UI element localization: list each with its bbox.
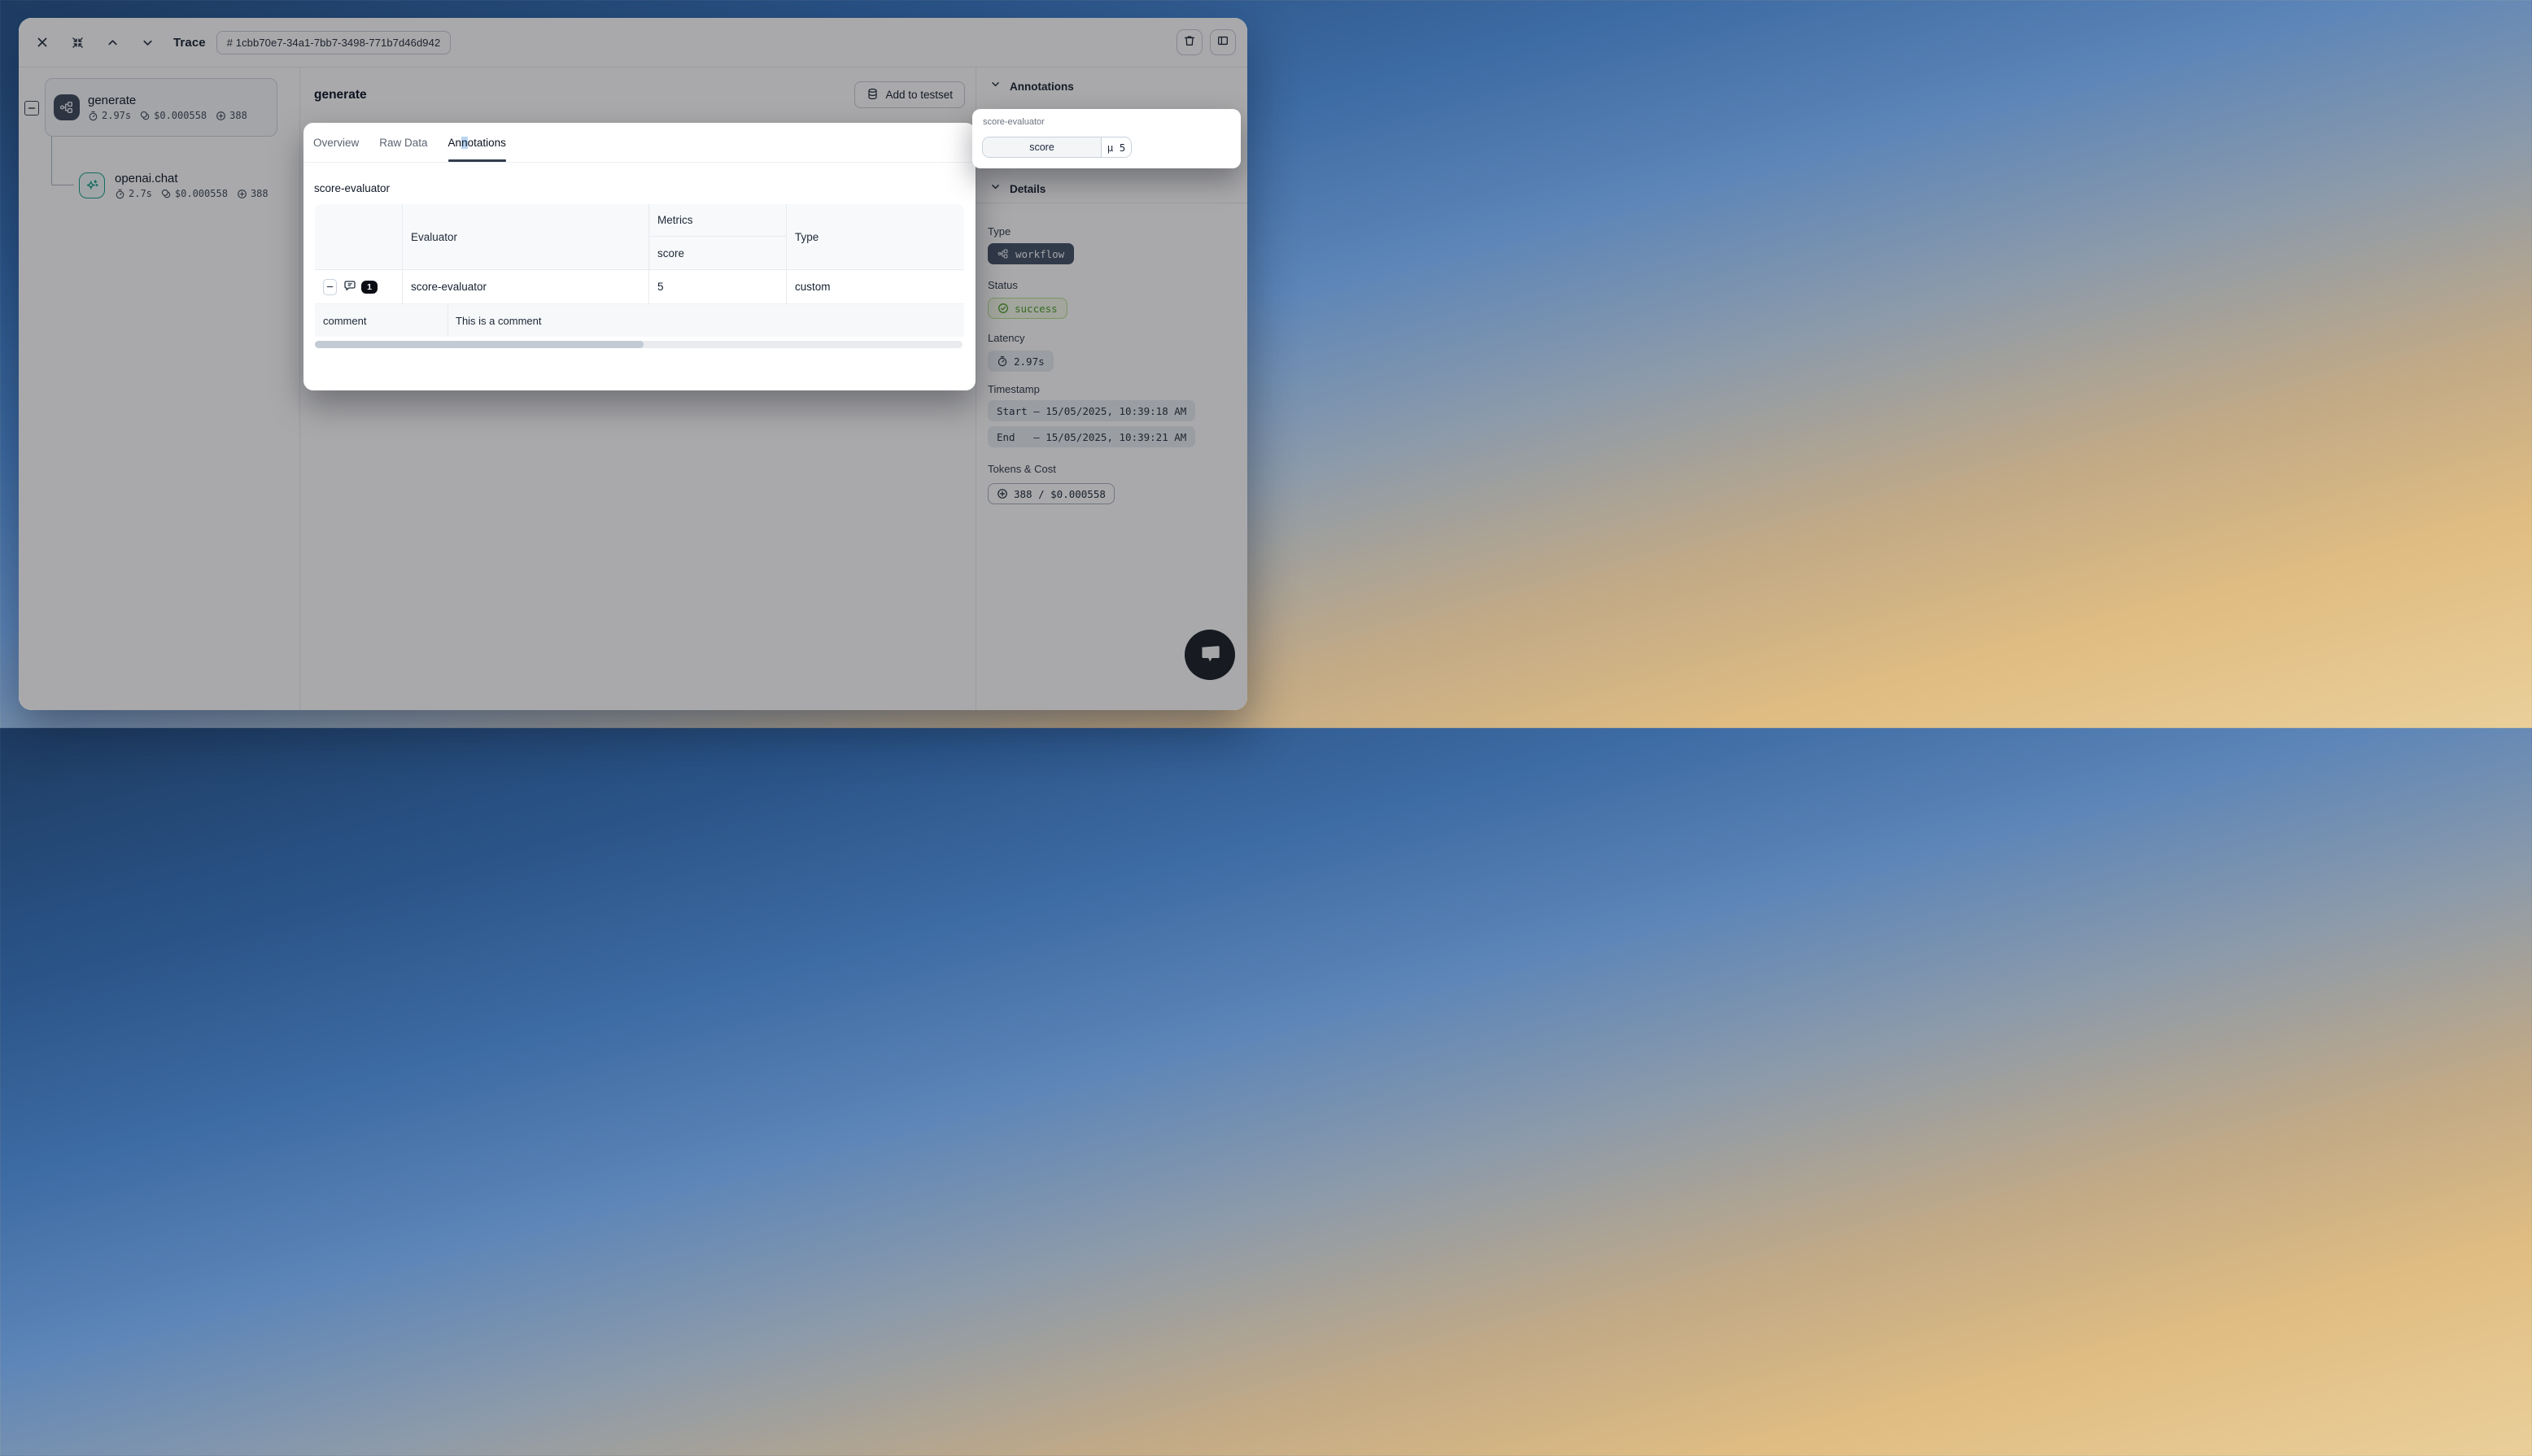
tab-raw-data[interactable]: Raw Data	[379, 123, 427, 162]
collapse-row-button[interactable]	[323, 279, 337, 295]
evaluator-heading: score-evaluator	[314, 182, 390, 194]
popover-evaluator-label: score-evaluator	[983, 117, 1045, 127]
header-cell-metrics: Metrics	[648, 204, 786, 237]
row-cell-type: custom	[786, 269, 964, 304]
comment-count-badge: 1	[361, 281, 378, 294]
scrollbar-thumb[interactable]	[315, 341, 644, 348]
row-cell-actions: 1	[315, 269, 402, 304]
annotations-tab-card: Overview Raw Data Annotations score-eval…	[303, 123, 976, 390]
comment-row: comment This is a comment	[315, 304, 964, 337]
horizontal-scrollbar[interactable]	[315, 341, 963, 348]
comment-row-label: comment	[315, 304, 448, 337]
comment-row-value: This is a comment	[448, 304, 964, 337]
metric-name: score	[983, 137, 1102, 157]
minus-icon	[326, 281, 334, 293]
comment-toggle-button[interactable]: 1	[343, 279, 378, 294]
tab-overview[interactable]: Overview	[313, 123, 359, 162]
header-cell-metric-score: score	[648, 237, 786, 269]
text-selection: n	[461, 137, 468, 149]
annotations-popover: score-evaluator score μ 5	[972, 109, 1241, 168]
metric-value: μ 5	[1102, 137, 1131, 157]
annotations-table: Evaluator Metrics Type score 1	[315, 204, 964, 337]
tab-bar: Overview Raw Data Annotations	[303, 123, 976, 163]
header-cell-empty	[315, 204, 402, 269]
trace-detail-window: Trace # 1cbb70e7-34a1-7bb7-3498-771b7d46…	[19, 18, 1247, 710]
metric-chip[interactable]: score μ 5	[982, 137, 1132, 158]
header-cell-evaluator: Evaluator	[402, 204, 648, 269]
header-cell-type: Type	[786, 204, 964, 269]
comment-icon	[343, 279, 356, 294]
tab-annotations[interactable]: Annotations	[448, 123, 506, 162]
row-cell-evaluator: score-evaluator	[402, 269, 648, 304]
row-cell-score: 5	[648, 269, 786, 304]
